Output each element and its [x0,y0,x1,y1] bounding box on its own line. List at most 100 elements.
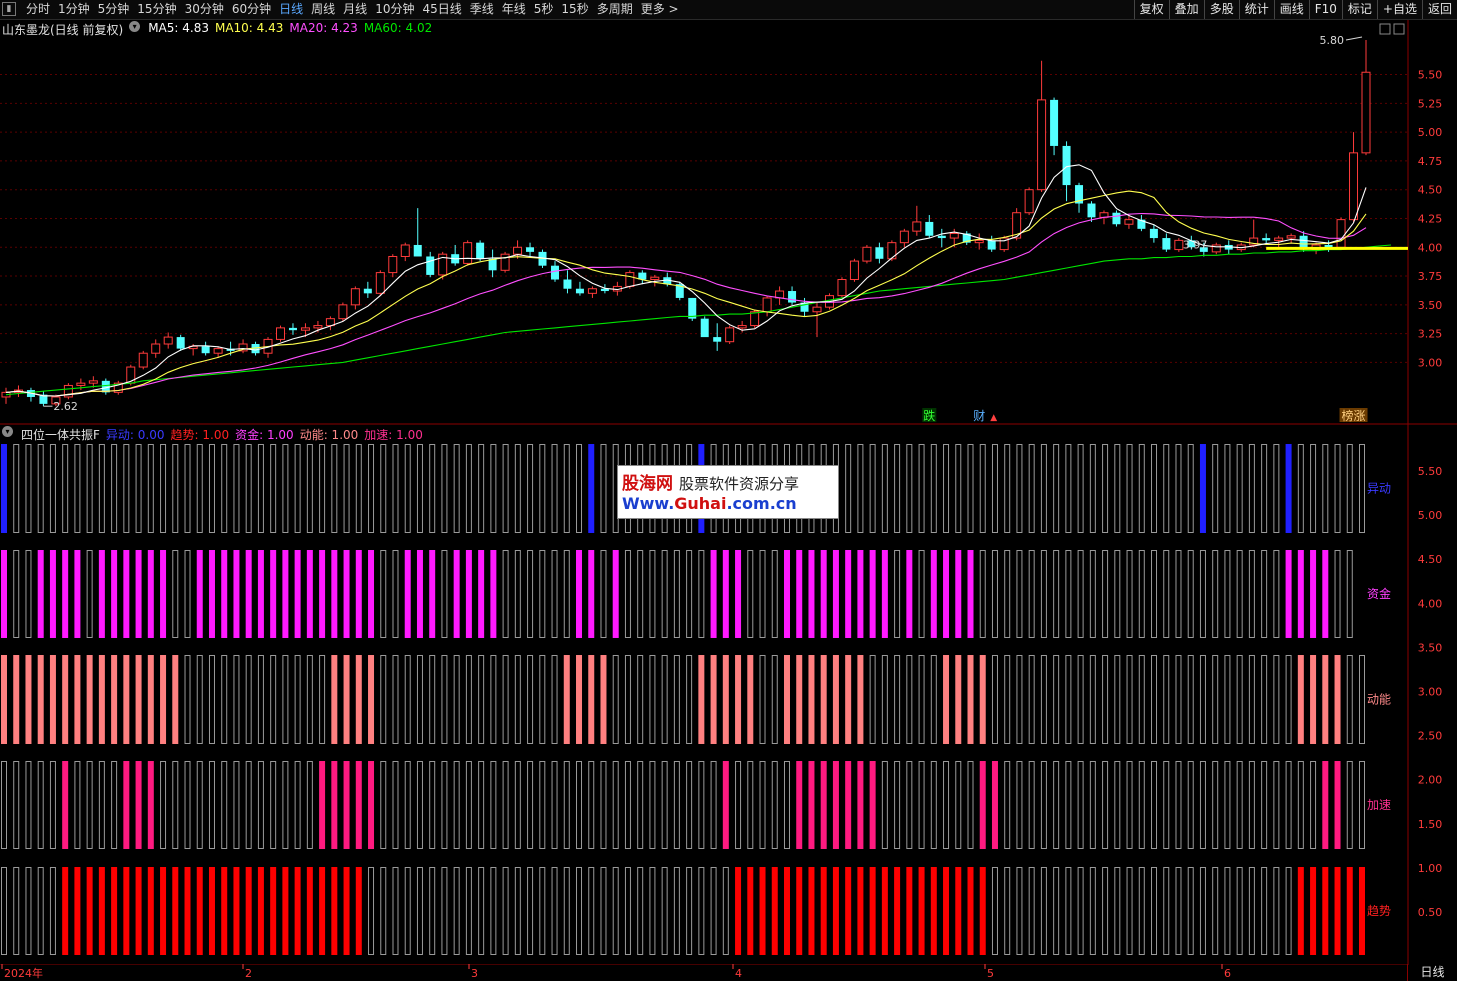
indicator-bar [624,550,631,638]
indicator-bar [404,550,411,638]
candle [700,316,709,338]
x-tick-label: 2024年 [4,966,43,980]
indicator-bar [722,550,729,638]
indicator-bar [563,867,570,955]
candle [837,277,847,298]
indicator-bar [637,761,644,849]
period-tab[interactable]: 15秒 [557,1,592,18]
period-tab[interactable]: 5分钟 [94,1,134,18]
period-tab[interactable]: 年线 [498,1,530,18]
indicator-bar [1297,444,1304,533]
indicator-bar [123,655,130,744]
indicator-bar [1261,444,1268,533]
indicator-bar [1359,761,1365,849]
indicator-bar [404,761,411,849]
time-axis: 2024年 2 3 4 5 6 [0,964,1408,980]
period-tab[interactable]: 5秒 [530,1,558,18]
period-tab[interactable]: 45日线 [418,1,465,18]
indicator-bar [1114,550,1121,638]
indicator-bar [539,867,546,955]
price-chart[interactable]: 3.00 3.25 3.50 3.75 4.00 4.25 4.50 4.75 5.00 5.25… [0,20,1457,425]
y-tick-label: 3.75 [1418,270,1443,283]
indicator-bar [404,867,411,955]
indicator-bar [502,550,509,638]
candle [375,270,385,296]
indicator-bar [196,550,203,638]
tool-button[interactable]: 画线 [1273,0,1309,19]
y-tick-label: 3.25 [1418,328,1443,341]
tool-button[interactable]: +自选 [1376,0,1422,19]
indicator-bar [1261,867,1268,955]
indicator-bar [906,655,913,744]
indicator-bar [527,655,534,744]
indicator-row [1,550,1353,638]
indicator-bar [319,655,326,744]
period-tab[interactable]: 1分钟 [54,1,94,18]
y-tick-label: 0.50 [1418,906,1443,919]
indicator-bar [955,761,962,849]
candle-body [163,336,173,345]
indicator-bar [294,867,301,955]
indicator-bar [576,867,583,955]
tool-button[interactable]: 标记 [1341,0,1377,19]
indicator-bar [918,444,925,533]
indicator-bar [453,655,460,744]
indicator-bar [1163,550,1170,638]
candle [875,242,884,264]
indicator-bar [649,655,656,744]
candle-body [1262,238,1271,241]
indicator-bar [111,655,118,744]
indicator-bar [845,761,852,849]
indicator-bar [1199,444,1206,533]
candle [1149,224,1158,243]
indicator-bar [233,761,240,849]
indicator-bar [857,867,864,955]
indicator-bar [539,761,546,849]
indicator-bar [539,444,546,533]
candle [575,281,584,296]
indicator-bar [857,761,864,849]
period-tab[interactable]: 10分钟 [371,1,418,18]
tool-button[interactable]: 多股 [1203,0,1239,19]
indicator-bar [502,867,509,955]
indicator-bar [808,867,815,955]
indicator-bar [441,761,448,849]
candle [1112,210,1121,227]
indicator-bar [392,761,399,849]
indicator-bar [894,444,901,533]
candle-body [550,265,559,280]
candle [288,323,297,335]
indicator-bar [123,550,130,638]
period-tab[interactable]: 15分钟 [133,1,180,18]
indicator-bar [906,761,913,849]
indicator-bar [1089,550,1096,638]
period-tab[interactable]: 多周期 [593,1,637,18]
menu-icon[interactable]: ▮ [2,2,16,16]
period-tab[interactable]: 季线 [466,1,498,18]
tool-button[interactable]: 统计 [1238,0,1274,19]
candle [500,251,510,273]
period-tab[interactable]: 周线 [307,1,339,18]
period-tab[interactable]: 30分钟 [181,1,228,18]
period-tab[interactable]: 日线 [275,1,307,18]
indicator-bar [1322,444,1329,533]
period-tab[interactable]: 月线 [339,1,371,18]
tool-button[interactable]: 叠加 [1168,0,1204,19]
tool-button[interactable]: 复权 [1133,0,1169,19]
period-tab[interactable]: 更多 > [637,1,683,18]
period-tab[interactable]: 60分钟 [228,1,275,18]
candle-body [275,327,285,340]
indicator-bar [135,444,142,533]
indicator-bar [918,655,925,744]
indicator-bar [1053,444,1060,533]
candle [325,316,335,331]
candle [899,228,909,248]
candle [1062,141,1071,202]
indicator-bar [808,550,815,638]
tool-button[interactable]: 返回 [1421,0,1457,19]
indicator-bar [1077,867,1084,955]
period-tab[interactable]: 分时 [22,1,54,18]
x-tick-label: 6 [1224,967,1231,980]
tool-button[interactable]: F10 [1308,0,1342,19]
indicator-bar [74,655,81,744]
